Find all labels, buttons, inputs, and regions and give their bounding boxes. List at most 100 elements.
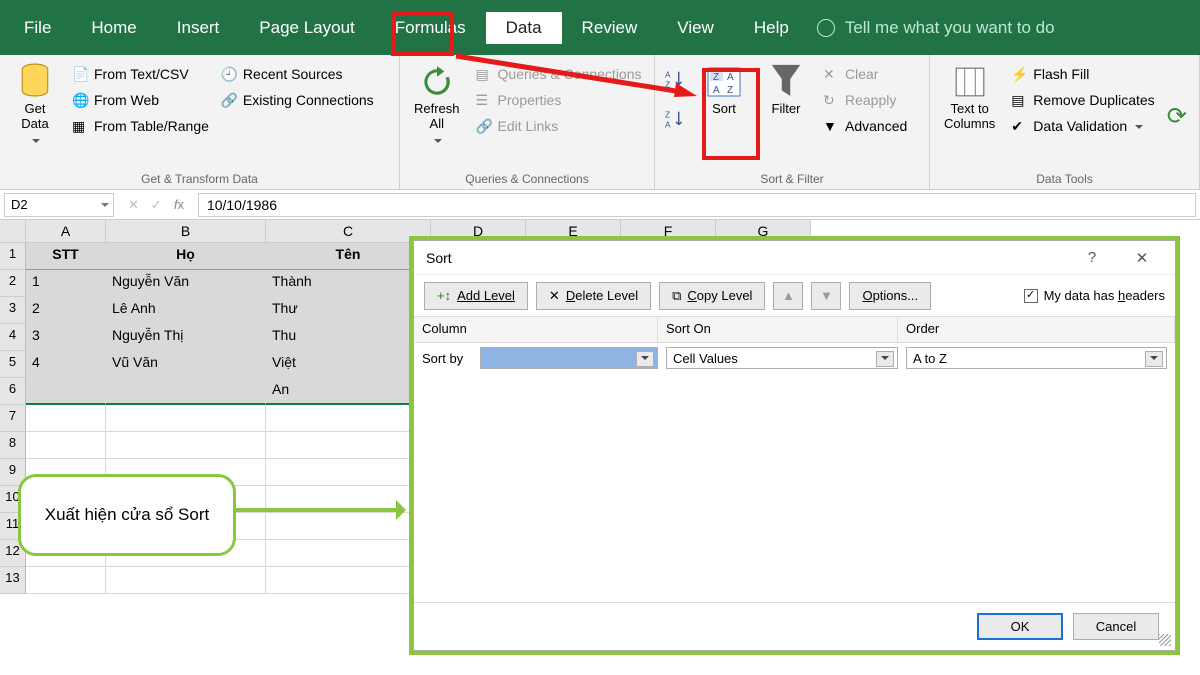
cell[interactable]: 4 — [26, 351, 106, 378]
cell[interactable]: Tên — [266, 243, 431, 270]
cell[interactable] — [266, 540, 431, 567]
cell[interactable]: Vũ Văn — [106, 351, 266, 378]
cell[interactable]: STT — [26, 243, 106, 270]
fx-icon[interactable]: fx — [174, 197, 184, 212]
tab-formulas[interactable]: Formulas — [375, 12, 486, 44]
cell[interactable] — [266, 432, 431, 459]
cell[interactable] — [26, 405, 106, 432]
from-web[interactable]: 🌐From Web — [72, 89, 209, 111]
cancel-button[interactable]: Cancel — [1073, 613, 1159, 640]
name-box[interactable]: D2 — [4, 193, 114, 217]
tab-help[interactable]: Help — [734, 12, 809, 44]
cell[interactable] — [106, 378, 266, 405]
tab-review[interactable]: Review — [562, 12, 658, 44]
resize-handle[interactable] — [1159, 634, 1171, 646]
get-data-button[interactable]: Get Data — [10, 63, 60, 150]
group-data-tools: Data Tools — [940, 169, 1189, 189]
queries-icon: ▤ — [476, 66, 492, 82]
annotation-callout: Xuất hiện cửa sổ Sort — [18, 474, 236, 556]
help-button[interactable]: ? — [1071, 243, 1113, 273]
cell[interactable] — [266, 567, 431, 594]
cell[interactable] — [106, 432, 266, 459]
cell[interactable]: Thư — [266, 297, 431, 324]
tab-view[interactable]: View — [657, 12, 734, 44]
cell[interactable]: 3 — [26, 324, 106, 351]
remove-duplicates[interactable]: ▤Remove Duplicates — [1011, 89, 1154, 111]
cell[interactable]: Việt — [266, 351, 431, 378]
tab-page-layout[interactable]: Page Layout — [239, 12, 374, 44]
get-data-label: Get Data — [21, 101, 48, 131]
reapply-button: ↻Reapply — [823, 89, 907, 111]
row-header[interactable]: 5 — [0, 351, 26, 378]
consolidate-icon[interactable]: ⟳ — [1167, 102, 1187, 131]
flash-fill[interactable]: ⚡Flash Fill — [1011, 63, 1154, 85]
row-header[interactable]: 2 — [0, 270, 26, 297]
cancel-icon[interactable]: ✕ — [128, 197, 139, 213]
headers-checkbox[interactable]: ✓My data has headers — [1024, 288, 1165, 303]
cell[interactable] — [106, 405, 266, 432]
cell[interactable]: Nguyễn Văn — [106, 270, 266, 297]
cell[interactable] — [266, 405, 431, 432]
select-all-corner[interactable] — [0, 220, 26, 243]
bulb-icon — [817, 19, 835, 37]
sort-desc-button[interactable]: ZA — [665, 109, 687, 131]
tab-file[interactable]: File — [4, 12, 71, 44]
row-header[interactable]: 6 — [0, 378, 26, 405]
sorton-combo[interactable]: Cell Values — [666, 347, 898, 369]
from-text-csv[interactable]: 📄From Text/CSV — [72, 63, 209, 85]
sorton-header: Sort On — [658, 317, 898, 342]
from-table-range[interactable]: ▦From Table/Range — [72, 115, 209, 137]
sort-dialog-highlight: Sort ? ✕ +↕Add Level ✕Delete Level ⧉Copy… — [409, 236, 1180, 655]
tab-home[interactable]: Home — [71, 12, 156, 44]
data-validation[interactable]: ✔Data Validation — [1011, 115, 1154, 137]
formula-input[interactable]: 10/10/1986 — [198, 193, 1196, 217]
order-combo[interactable]: A to Z — [906, 347, 1167, 369]
cell[interactable]: Họ — [106, 243, 266, 270]
row-header[interactable]: 13 — [0, 567, 26, 594]
svg-text:A: A — [727, 72, 734, 83]
tab-insert[interactable]: Insert — [157, 12, 240, 44]
options-button[interactable]: Options... — [849, 282, 931, 310]
col-header[interactable]: B — [106, 220, 266, 243]
close-button[interactable]: ✕ — [1121, 243, 1163, 273]
delete-level-button[interactable]: ✕Delete Level — [536, 282, 651, 310]
col-header[interactable]: A — [26, 220, 106, 243]
add-level-button[interactable]: +↕Add Level — [424, 282, 528, 310]
refresh-label: Refresh All — [414, 101, 460, 131]
cell[interactable] — [26, 567, 106, 594]
recent-sources[interactable]: 🕘Recent Sources — [221, 63, 374, 85]
advanced-button[interactable]: ▼Advanced — [823, 115, 907, 137]
refresh-all-button[interactable]: Refresh All — [410, 63, 464, 150]
row-header[interactable]: 8 — [0, 432, 26, 459]
cell[interactable]: 1 — [26, 270, 106, 297]
sort-icon: ZAAZ — [707, 65, 741, 99]
cell[interactable] — [26, 378, 106, 405]
cell[interactable]: Nguyễn Thị — [106, 324, 266, 351]
cell[interactable]: Thu — [266, 324, 431, 351]
cell[interactable]: An — [266, 378, 431, 405]
sort-asc-button[interactable]: AZ — [665, 69, 687, 91]
filter-button[interactable]: Filter — [761, 63, 811, 118]
cell[interactable]: 2 — [26, 297, 106, 324]
tab-data[interactable]: Data — [486, 12, 562, 44]
tell-me[interactable]: Tell me what you want to do — [817, 18, 1055, 38]
row-header[interactable]: 7 — [0, 405, 26, 432]
cell[interactable]: Lê Anh — [106, 297, 266, 324]
row-header[interactable]: 4 — [0, 324, 26, 351]
cell[interactable] — [26, 432, 106, 459]
existing-connections[interactable]: 🔗Existing Connections — [221, 89, 374, 111]
cell[interactable] — [106, 567, 266, 594]
col-header[interactable]: C — [266, 220, 431, 243]
row-header[interactable]: 3 — [0, 297, 26, 324]
cell[interactable]: Thành — [266, 270, 431, 297]
copy-level-button[interactable]: ⧉Copy Level — [659, 282, 765, 310]
ok-button[interactable]: OK — [977, 613, 1063, 640]
text-to-columns-button[interactable]: Text to Columns — [940, 63, 999, 133]
cell[interactable] — [266, 459, 431, 486]
sort-button[interactable]: ZAAZ Sort — [699, 63, 749, 118]
sortby-combo[interactable] — [480, 347, 658, 369]
enter-icon[interactable]: ✓ — [151, 197, 162, 213]
queries-connections[interactable]: ▤Queries & Connections — [476, 63, 642, 85]
globe-icon: 🌐 — [72, 92, 88, 108]
row-header[interactable]: 1 — [0, 243, 26, 270]
